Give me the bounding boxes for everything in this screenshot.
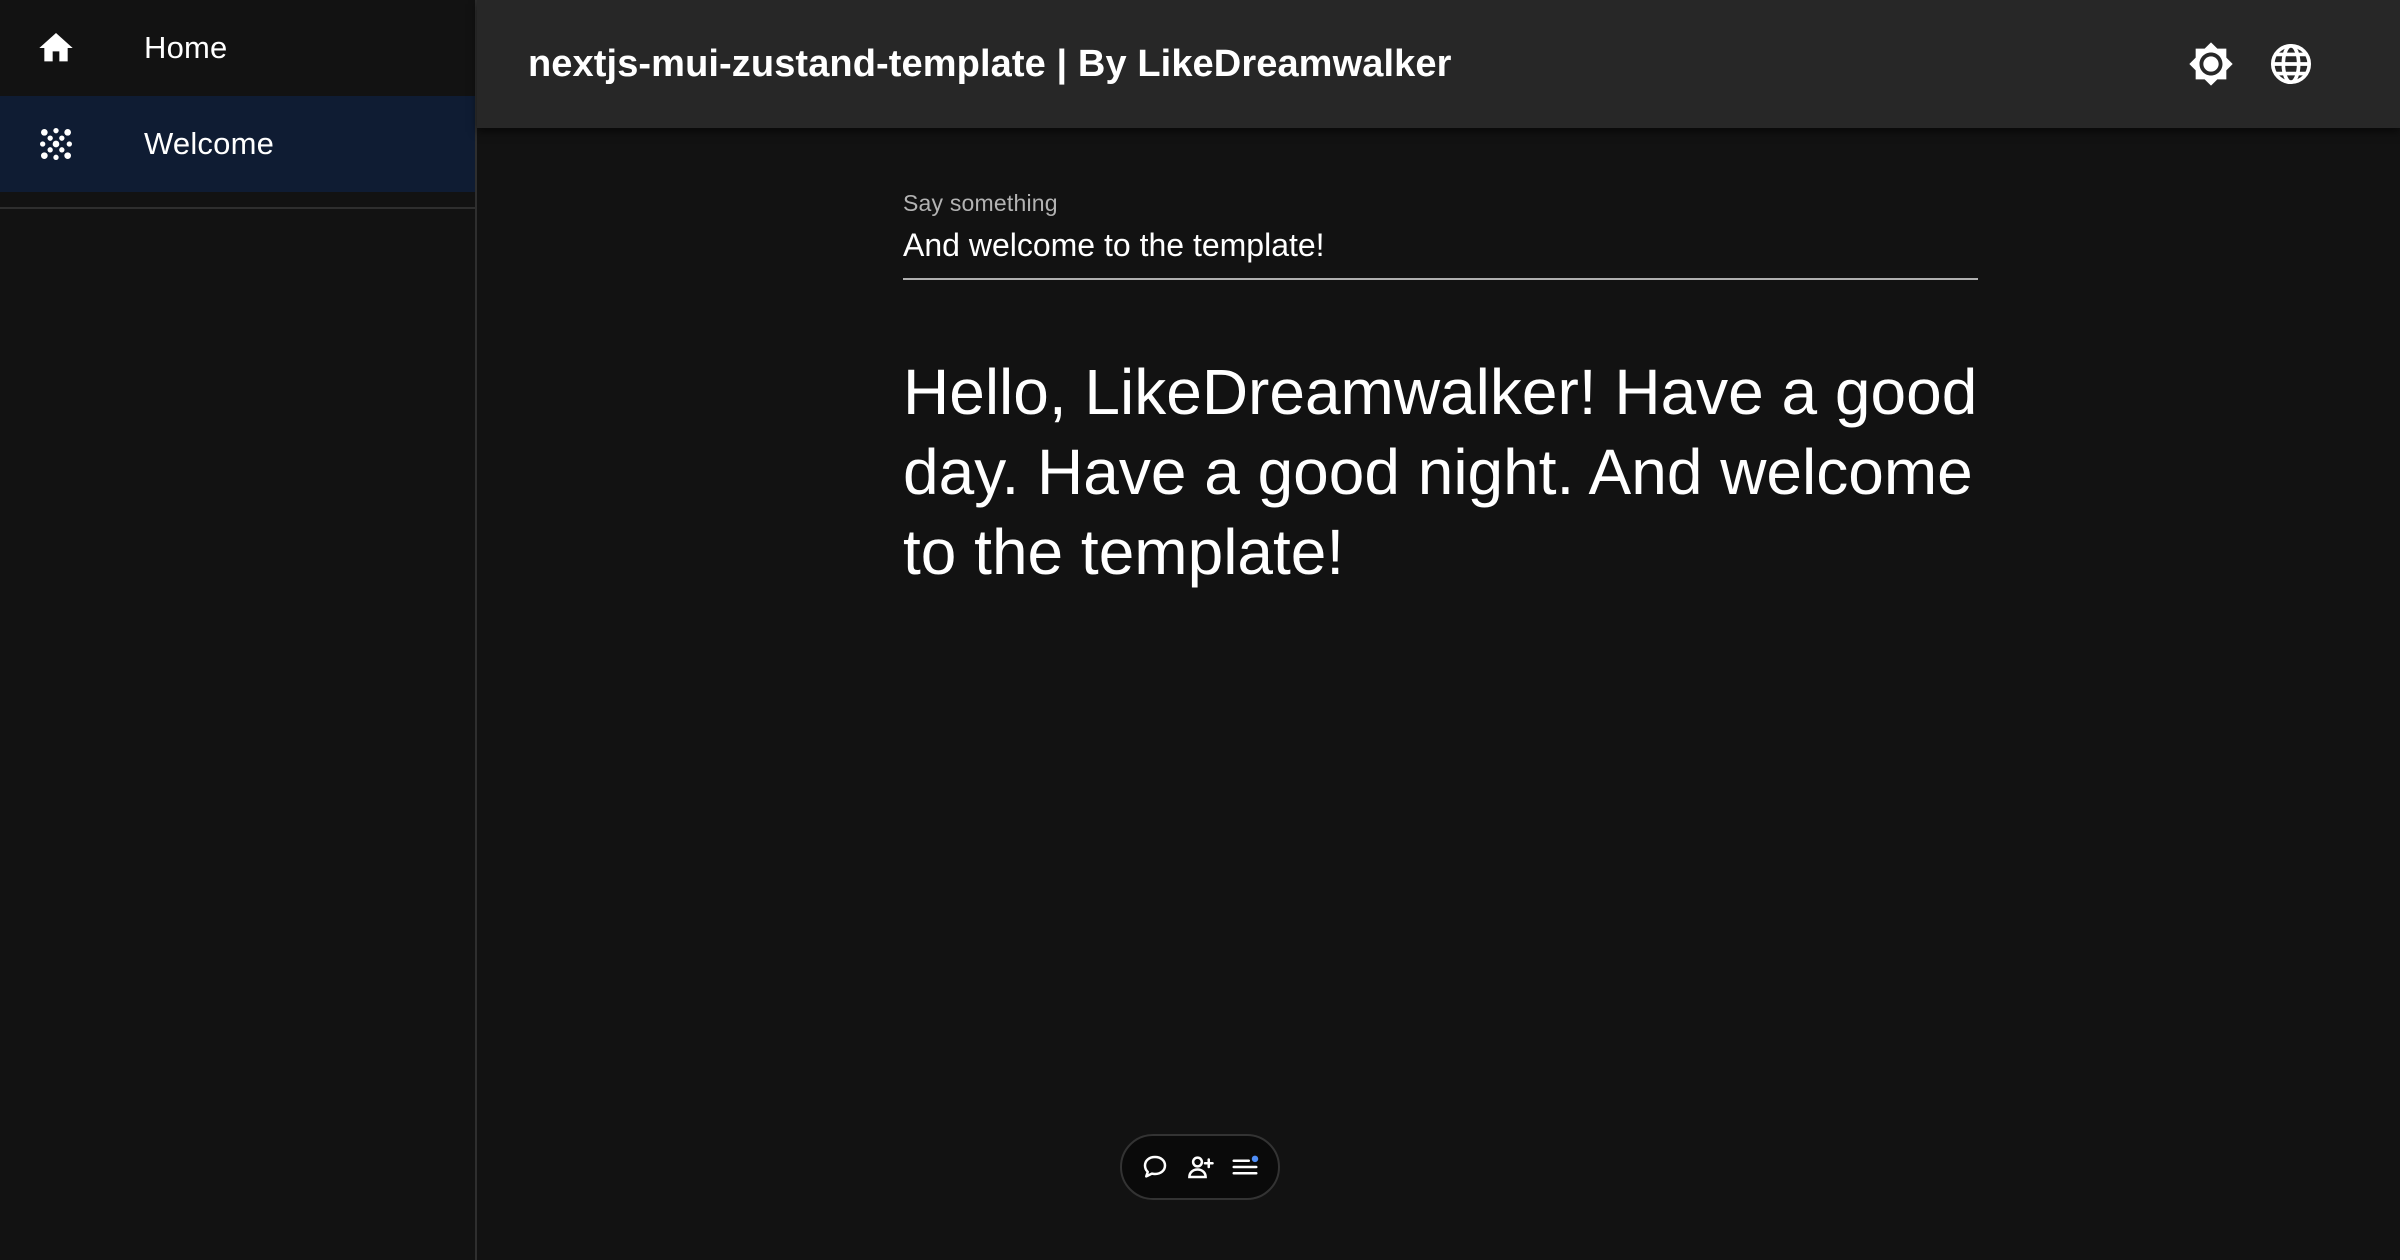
chat-button[interactable]: [1135, 1147, 1175, 1187]
sidebar-nav: Home Welcome: [0, 0, 475, 209]
sidebar-item-welcome[interactable]: Welcome: [0, 96, 475, 192]
sidebar: Home Welcome: [0, 0, 477, 1260]
menu-notification-icon: [1230, 1152, 1260, 1182]
brightness-icon: [2188, 41, 2234, 87]
home-icon: [36, 28, 76, 68]
globe-icon: [2268, 41, 2314, 87]
menu-button[interactable]: [1225, 1147, 1265, 1187]
say-something-input[interactable]: [903, 227, 1978, 280]
dots-grid-icon: [36, 124, 76, 164]
language-button[interactable]: [2261, 34, 2321, 94]
sidebar-item-label: Welcome: [144, 126, 275, 161]
sidebar-item-label: Home: [144, 30, 228, 65]
sidebar-item-home[interactable]: Home: [0, 0, 475, 96]
add-user-button[interactable]: [1180, 1147, 1220, 1187]
theme-toggle-button[interactable]: [2181, 34, 2241, 94]
say-something-field: Say something: [903, 190, 1978, 280]
chat-bubble-icon: [1140, 1152, 1170, 1182]
main-content: Say something Hello, LikeDreamwalker! Ha…: [479, 128, 2400, 1260]
app-root: Home Welcome nextjs-mui-zustand-template…: [0, 0, 2400, 1260]
say-something-label: Say something: [903, 190, 1058, 216]
app-title: nextjs-mui-zustand-template | By LikeDre…: [528, 43, 1452, 85]
greeting-text: Hello, LikeDreamwalker! Have a good day.…: [903, 356, 1978, 588]
add-user-icon: [1185, 1152, 1215, 1182]
app-bar: nextjs-mui-zustand-template | By LikeDre…: [477, 0, 2400, 128]
floating-toolbar: [1120, 1134, 1280, 1200]
